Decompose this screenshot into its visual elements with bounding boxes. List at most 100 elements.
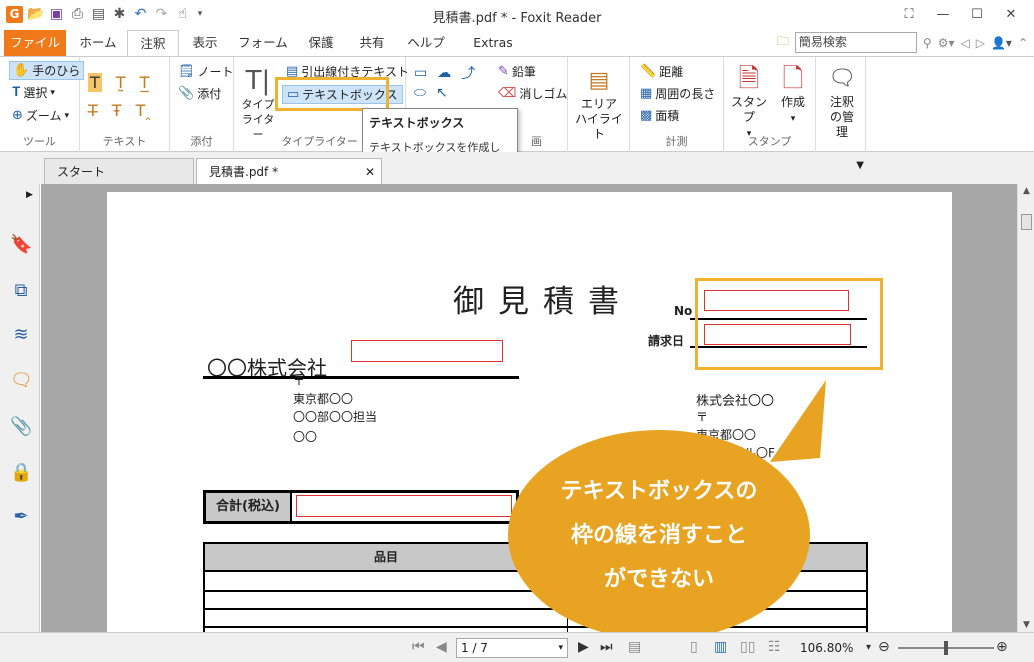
hand-tool[interactable]: ✋ 手のひら <box>9 61 85 80</box>
callout-tail <box>770 380 826 462</box>
stamp-icon: 🗎 <box>738 64 760 94</box>
total-label: 合計(税込) <box>206 493 292 521</box>
tab-list-icon[interactable]: ▼ <box>856 160 864 171</box>
search-input[interactable]: 簡易検索 <box>794 32 917 53</box>
zoom-in-icon[interactable]: ⊕ <box>996 639 1008 655</box>
minimize-button[interactable]: — <box>926 4 960 26</box>
textbox-highlight-frame <box>275 77 389 111</box>
tab-home[interactable]: ホーム <box>70 30 126 56</box>
search-icon[interactable]: ⚲ <box>923 36 932 50</box>
previous-icon[interactable]: ◁ <box>961 36 970 50</box>
issuer-postal: 〒 <box>696 410 709 424</box>
group-text: T T̰ T̲ T̶ Ŧ T‸ テキスト <box>80 57 170 153</box>
zoom-slider-handle[interactable] <box>944 641 948 655</box>
last-page-icon[interactable]: ⏭ <box>600 639 613 655</box>
no-label: No <box>674 304 693 318</box>
polyline-icon[interactable]: ⤴ <box>461 63 475 83</box>
replace-text-icon[interactable]: Ŧ <box>112 101 122 120</box>
stamp-button[interactable]: 🗎 スタンプ ▾ <box>728 63 770 142</box>
customer-person: 〇〇 <box>293 430 318 444</box>
next-icon[interactable]: ▷ <box>976 36 985 50</box>
chevron-down-icon[interactable]: ▾ <box>866 642 871 653</box>
page-layout-icon[interactable]: ▤ <box>628 639 641 655</box>
typewriter-button[interactable]: T| タイプ ライター <box>238 65 278 142</box>
highlight-text-icon[interactable]: T <box>88 73 102 92</box>
previous-page-icon[interactable]: ◀ <box>436 639 447 655</box>
gear-icon[interactable]: ⚙▾ <box>938 36 955 50</box>
scroll-thumb[interactable] <box>1021 214 1032 230</box>
tab-share[interactable]: 共有 <box>350 30 394 56</box>
distance-tool[interactable]: 📏 距離 <box>640 63 683 80</box>
document-title: 御見積書 <box>453 284 633 320</box>
customer-textbox[interactable] <box>351 340 503 362</box>
total-textbox[interactable] <box>296 495 512 517</box>
tab-view[interactable]: 表示 <box>182 30 228 56</box>
area-highlight-button[interactable]: ▤ エリア ハイライト <box>572 65 626 142</box>
arrow-icon[interactable]: ↖ <box>436 85 448 101</box>
document-tabs: スタート 見積書.pdf * ✕ ▼ <box>0 152 1034 184</box>
note-tool[interactable]: 🗒 ノート <box>178 63 234 80</box>
security-icon[interactable]: 🔒 <box>10 462 32 484</box>
perimeter-tool[interactable]: ▦ 周囲の長さ <box>640 85 715 102</box>
eraser-tool[interactable]: ⌫ 消しゴム <box>498 85 567 102</box>
tooltip-title: テキストボックス <box>369 116 465 130</box>
fullscreen-icon[interactable]: ⛶ <box>892 4 926 26</box>
rectangle-icon[interactable]: ▭ <box>414 65 427 81</box>
tab-comment[interactable]: 注釈 <box>127 30 179 57</box>
chevron-down-icon[interactable]: ▾ <box>558 639 563 657</box>
next-page-icon[interactable]: ▶ <box>578 639 589 655</box>
tab-help[interactable]: ヘルプ <box>400 30 452 56</box>
scroll-up-icon[interactable]: ▲ <box>1018 186 1034 196</box>
page-number-input[interactable]: 1 / 7 ▾ <box>456 638 568 658</box>
single-page-icon[interactable]: ▯ <box>690 639 698 655</box>
paperclip-icon: 📎 <box>178 86 195 101</box>
hand-icon: ✋ <box>13 63 30 78</box>
zoom-level[interactable]: 106.80% <box>800 641 853 655</box>
continuous-page-icon[interactable]: ▥ <box>714 639 727 655</box>
pages-icon[interactable]: ⧉ <box>10 280 32 302</box>
vertical-scrollbar[interactable]: ▲ ▼ <box>1017 184 1034 632</box>
close-tab-icon[interactable]: ✕ <box>365 159 375 185</box>
comments-icon[interactable]: 🗨 <box>10 370 33 392</box>
tab-file[interactable]: ファイル <box>4 30 66 56</box>
tab-start[interactable]: スタート <box>44 158 194 184</box>
tab-form[interactable]: フォーム <box>234 30 292 56</box>
window-title: 見積書.pdf * - Foxit Reader <box>432 11 602 26</box>
search-area: 🗀 簡易検索 ⚲ ⚙▾ ◁ ▷ 👤▾ ⌃ <box>777 32 1028 53</box>
user-icon[interactable]: 👤▾ <box>991 36 1012 50</box>
tab-protect[interactable]: 保護 <box>298 30 344 56</box>
folder-search-icon[interactable]: 🗀 <box>777 32 789 53</box>
text-markup-row-1: T T̰ T̲ <box>88 73 149 92</box>
tab-extras[interactable]: Extras <box>464 30 522 56</box>
zoom-tool[interactable]: ⊕ ズーム ▾ <box>12 107 69 124</box>
zoom-out-icon[interactable]: ⊖ <box>878 639 890 655</box>
cloud-icon[interactable]: ☁ <box>437 65 451 81</box>
customer-address: 東京都〇〇 <box>293 392 354 406</box>
table-row <box>205 626 866 628</box>
insert-text-icon[interactable]: T‸ <box>136 101 151 120</box>
continuous-facing-icon[interactable]: ☷ <box>768 639 781 655</box>
create-stamp-button[interactable]: 🗋 作成 ▾ <box>772 63 814 127</box>
first-page-icon[interactable]: ⏮ <box>412 639 425 655</box>
expand-panel-icon[interactable]: ▶ <box>26 190 33 200</box>
squiggly-text-icon[interactable]: T̰ <box>116 73 126 92</box>
tab-document[interactable]: 見積書.pdf * ✕ <box>196 158 382 184</box>
facing-page-icon[interactable]: ▯▯ <box>740 639 755 655</box>
manage-comments-button[interactable]: 🗨 注釈の管理 <box>820 63 864 140</box>
strikeout-text-icon[interactable]: T̶ <box>88 101 98 120</box>
typewriter-icon: T| <box>245 66 271 96</box>
select-tool[interactable]: 𝐓 選択 ▾ <box>12 84 55 101</box>
close-button[interactable]: ✕ <box>994 4 1028 26</box>
signature-icon[interactable]: ✒ <box>10 506 32 528</box>
attachments-icon[interactable]: 📎 <box>10 416 32 438</box>
pencil-tool[interactable]: ✎ 鉛筆 <box>498 63 536 80</box>
collapse-ribbon-icon[interactable]: ⌃ <box>1018 36 1028 50</box>
bookmark-icon[interactable]: 🔖 <box>10 234 32 256</box>
layers-icon[interactable]: ≋ <box>10 324 32 346</box>
area-tool[interactable]: ▩ 面積 <box>640 107 679 124</box>
oval-icon[interactable]: ⬭ <box>414 85 426 101</box>
attach-tool[interactable]: 📎 添付 <box>178 85 221 102</box>
underline-text-icon[interactable]: T̲ <box>140 73 150 92</box>
maximize-button[interactable]: ☐ <box>960 4 994 26</box>
scroll-down-icon[interactable]: ▼ <box>1018 620 1034 630</box>
